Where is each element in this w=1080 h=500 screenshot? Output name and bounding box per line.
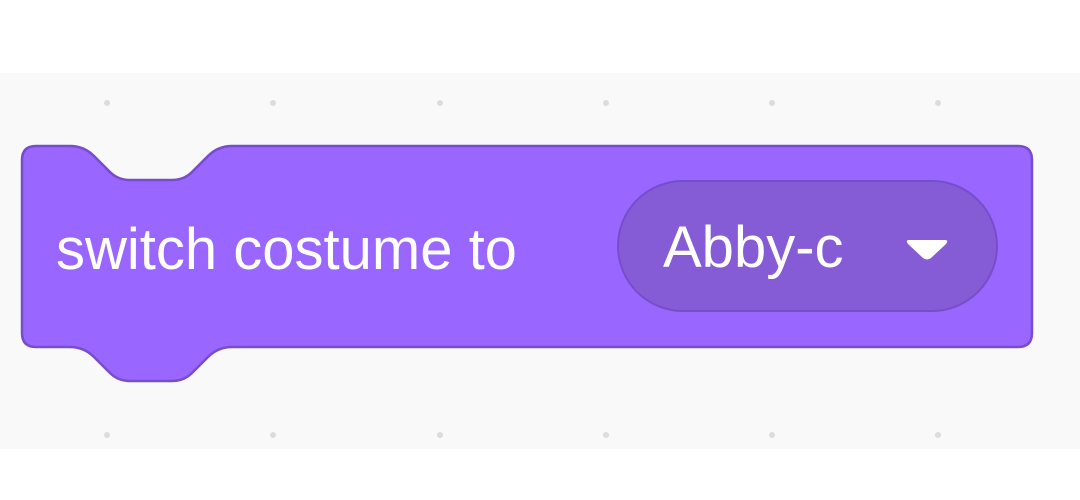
costume-dropdown-value: Abby-c (663, 215, 844, 280)
switch-costume-block[interactable]: switch costume to Abby-c (0, 0, 1080, 500)
costume-dropdown[interactable]: Abby-c (617, 180, 998, 312)
block-label: switch costume to (56, 217, 517, 282)
